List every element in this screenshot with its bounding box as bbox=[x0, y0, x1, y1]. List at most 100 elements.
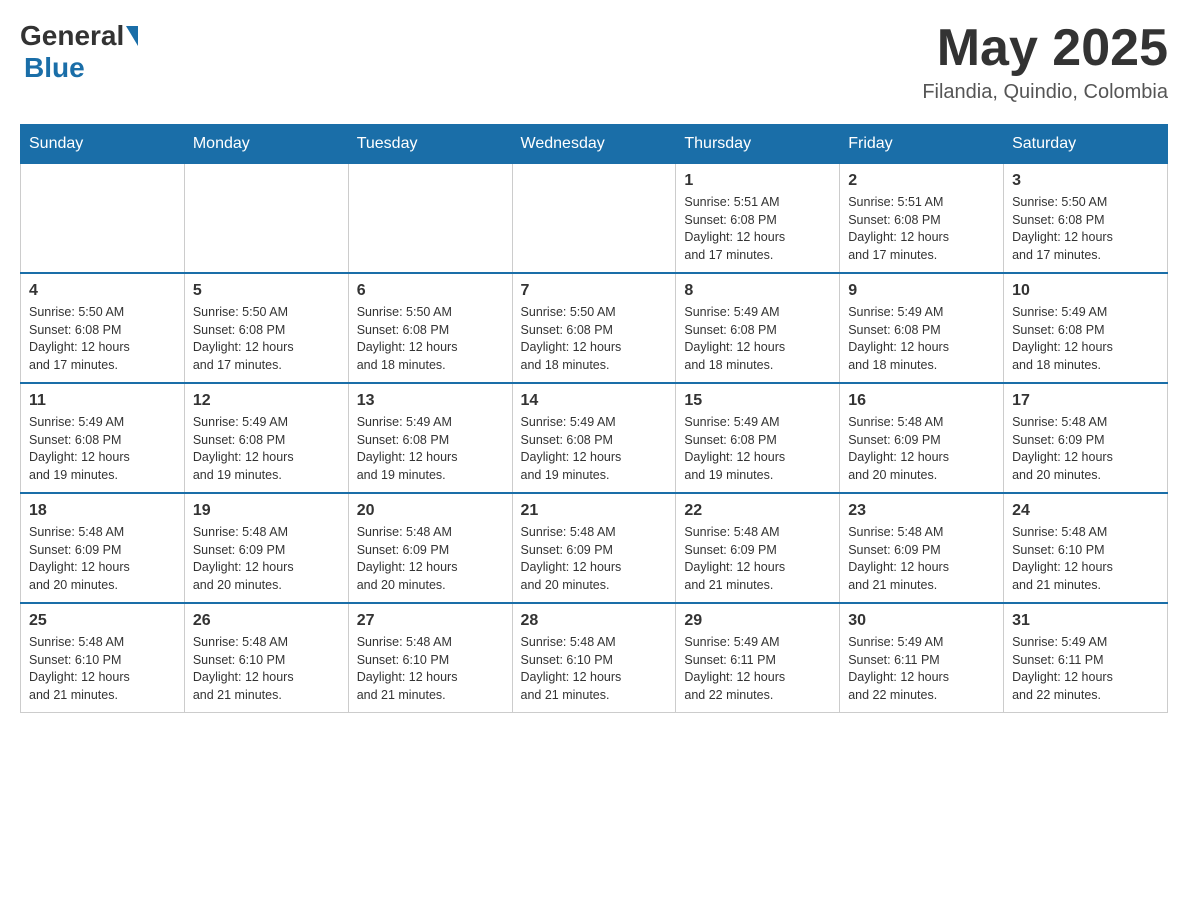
day-sun-info: Sunrise: 5:50 AM Sunset: 6:08 PM Dayligh… bbox=[193, 304, 340, 374]
calendar-week-row: 25 Sunrise: 5:48 AM Sunset: 6:10 PM Dayli… bbox=[21, 603, 1168, 713]
day-sun-info: Sunrise: 5:48 AM Sunset: 6:10 PM Dayligh… bbox=[357, 634, 504, 704]
day-sun-info: Sunrise: 5:49 AM Sunset: 6:08 PM Dayligh… bbox=[193, 414, 340, 484]
weekday-header-wednesday: Wednesday bbox=[512, 125, 676, 164]
day-sun-info: Sunrise: 5:51 AM Sunset: 6:08 PM Dayligh… bbox=[684, 194, 831, 264]
calendar-cell: 5Sunrise: 5:50 AM Sunset: 6:08 PM Daylig… bbox=[184, 273, 348, 383]
day-number: 4 bbox=[29, 282, 176, 300]
day-sun-info: Sunrise: 5:49 AM Sunset: 6:08 PM Dayligh… bbox=[357, 414, 504, 484]
calendar-cell: 20 Sunrise: 5:48 AM Sunset: 6:09 PM Dayli… bbox=[348, 493, 512, 603]
day-number: 7 bbox=[521, 282, 668, 300]
page-header: General Blue May 2025 Filandia, Quindio,… bbox=[20, 20, 1168, 104]
day-number: 12 bbox=[193, 392, 340, 410]
title-section: May 2025 Filandia, Quindio, Colombia bbox=[922, 20, 1168, 104]
day-sun-info: Sunrise: 5:48 AM Sunset: 6:09 PM Dayligh… bbox=[193, 524, 340, 594]
day-number: 3 bbox=[1012, 172, 1159, 190]
calendar-week-row: 4 Sunrise: 5:50 AM Sunset: 6:08 PM Daylig… bbox=[21, 273, 1168, 383]
weekday-header-friday: Friday bbox=[840, 125, 1004, 164]
calendar-cell bbox=[21, 164, 185, 274]
calendar-cell: 7Sunrise: 5:50 AM Sunset: 6:08 PM Daylig… bbox=[512, 273, 676, 383]
day-sun-info: Sunrise: 5:49 AM Sunset: 6:08 PM Dayligh… bbox=[1012, 304, 1159, 374]
calendar-cell: 16Sunrise: 5:48 AM Sunset: 6:09 PM Dayli… bbox=[840, 383, 1004, 493]
calendar-cell: 21Sunrise: 5:48 AM Sunset: 6:09 PM Dayli… bbox=[512, 493, 676, 603]
day-number: 25 bbox=[29, 612, 176, 630]
calendar-cell: 27 Sunrise: 5:48 AM Sunset: 6:10 PM Dayli… bbox=[348, 603, 512, 713]
weekday-header-row: SundayMondayTuesdayWednesdayThursdayFrid… bbox=[21, 125, 1168, 164]
day-number: 2 bbox=[848, 172, 995, 190]
day-sun-info: Sunrise: 5:50 AM Sunset: 6:08 PM Dayligh… bbox=[1012, 194, 1159, 264]
calendar-cell: 19 Sunrise: 5:48 AM Sunset: 6:09 PM Dayli… bbox=[184, 493, 348, 603]
day-sun-info: Sunrise: 5:48 AM Sunset: 6:10 PM Dayligh… bbox=[521, 634, 668, 704]
calendar-cell: 31Sunrise: 5:49 AM Sunset: 6:11 PM Dayli… bbox=[1004, 603, 1168, 713]
logo-triangle-icon bbox=[126, 26, 138, 46]
day-sun-info: Sunrise: 5:48 AM Sunset: 6:09 PM Dayligh… bbox=[29, 524, 176, 594]
logo-blue-text: Blue bbox=[24, 52, 85, 83]
calendar-cell: 24 Sunrise: 5:48 AM Sunset: 6:10 PM Dayli… bbox=[1004, 493, 1168, 603]
day-number: 13 bbox=[357, 392, 504, 410]
calendar-cell bbox=[184, 164, 348, 274]
calendar-cell: 25 Sunrise: 5:48 AM Sunset: 6:10 PM Dayli… bbox=[21, 603, 185, 713]
day-sun-info: Sunrise: 5:48 AM Sunset: 6:09 PM Dayligh… bbox=[521, 524, 668, 594]
day-number: 8 bbox=[684, 282, 831, 300]
day-sun-info: Sunrise: 5:49 AM Sunset: 6:08 PM Dayligh… bbox=[29, 414, 176, 484]
day-number: 9 bbox=[848, 282, 995, 300]
location-subtitle: Filandia, Quindio, Colombia bbox=[922, 81, 1168, 104]
weekday-header-thursday: Thursday bbox=[676, 125, 840, 164]
day-number: 30 bbox=[848, 612, 995, 630]
day-number: 22 bbox=[684, 502, 831, 520]
day-sun-info: Sunrise: 5:48 AM Sunset: 6:09 PM Dayligh… bbox=[684, 524, 831, 594]
day-number: 26 bbox=[193, 612, 340, 630]
weekday-header-saturday: Saturday bbox=[1004, 125, 1168, 164]
day-sun-info: Sunrise: 5:48 AM Sunset: 6:09 PM Dayligh… bbox=[1012, 414, 1159, 484]
calendar-cell: 26Sunrise: 5:48 AM Sunset: 6:10 PM Dayli… bbox=[184, 603, 348, 713]
calendar-cell: 17Sunrise: 5:48 AM Sunset: 6:09 PM Dayli… bbox=[1004, 383, 1168, 493]
calendar-cell: 1 Sunrise: 5:51 AM Sunset: 6:08 PM Daylig… bbox=[676, 164, 840, 274]
day-number: 24 bbox=[1012, 502, 1159, 520]
weekday-header-sunday: Sunday bbox=[21, 125, 185, 164]
day-number: 1 bbox=[684, 172, 831, 190]
day-sun-info: Sunrise: 5:49 AM Sunset: 6:08 PM Dayligh… bbox=[848, 304, 995, 374]
day-sun-info: Sunrise: 5:51 AM Sunset: 6:08 PM Dayligh… bbox=[848, 194, 995, 264]
day-number: 15 bbox=[684, 392, 831, 410]
month-year-title: May 2025 bbox=[922, 20, 1168, 77]
day-sun-info: Sunrise: 5:48 AM Sunset: 6:10 PM Dayligh… bbox=[1012, 524, 1159, 594]
calendar-cell: 6 Sunrise: 5:50 AM Sunset: 6:08 PM Daylig… bbox=[348, 273, 512, 383]
day-number: 23 bbox=[848, 502, 995, 520]
day-number: 20 bbox=[357, 502, 504, 520]
calendar-cell: 4 Sunrise: 5:50 AM Sunset: 6:08 PM Daylig… bbox=[21, 273, 185, 383]
calendar-cell: 3 Sunrise: 5:50 AM Sunset: 6:08 PM Daylig… bbox=[1004, 164, 1168, 274]
calendar-cell: 15Sunrise: 5:49 AM Sunset: 6:08 PM Dayli… bbox=[676, 383, 840, 493]
calendar-cell: 28Sunrise: 5:48 AM Sunset: 6:10 PM Dayli… bbox=[512, 603, 676, 713]
day-sun-info: Sunrise: 5:50 AM Sunset: 6:08 PM Dayligh… bbox=[357, 304, 504, 374]
calendar-week-row: 11 Sunrise: 5:49 AM Sunset: 6:08 PM Dayli… bbox=[21, 383, 1168, 493]
day-number: 6 bbox=[357, 282, 504, 300]
weekday-header-monday: Monday bbox=[184, 125, 348, 164]
day-number: 11 bbox=[29, 392, 176, 410]
calendar-cell: 10Sunrise: 5:49 AM Sunset: 6:08 PM Dayli… bbox=[1004, 273, 1168, 383]
calendar-cell: 12 Sunrise: 5:49 AM Sunset: 6:08 PM Dayli… bbox=[184, 383, 348, 493]
calendar-cell bbox=[348, 164, 512, 274]
day-number: 29 bbox=[684, 612, 831, 630]
day-sun-info: Sunrise: 5:48 AM Sunset: 6:09 PM Dayligh… bbox=[848, 524, 995, 594]
day-sun-info: Sunrise: 5:48 AM Sunset: 6:10 PM Dayligh… bbox=[29, 634, 176, 704]
calendar-week-row: 1 Sunrise: 5:51 AM Sunset: 6:08 PM Daylig… bbox=[21, 164, 1168, 274]
calendar-cell: 8 Sunrise: 5:49 AM Sunset: 6:08 PM Daylig… bbox=[676, 273, 840, 383]
calendar-cell: 23 Sunrise: 5:48 AM Sunset: 6:09 PM Dayli… bbox=[840, 493, 1004, 603]
day-sun-info: Sunrise: 5:49 AM Sunset: 6:08 PM Dayligh… bbox=[521, 414, 668, 484]
day-number: 19 bbox=[193, 502, 340, 520]
calendar-cell: 2 Sunrise: 5:51 AM Sunset: 6:08 PM Daylig… bbox=[840, 164, 1004, 274]
day-sun-info: Sunrise: 5:49 AM Sunset: 6:11 PM Dayligh… bbox=[848, 634, 995, 704]
day-sun-info: Sunrise: 5:49 AM Sunset: 6:11 PM Dayligh… bbox=[684, 634, 831, 704]
day-number: 16 bbox=[848, 392, 995, 410]
weekday-header-tuesday: Tuesday bbox=[348, 125, 512, 164]
calendar-cell: 11 Sunrise: 5:49 AM Sunset: 6:08 PM Dayli… bbox=[21, 383, 185, 493]
day-number: 27 bbox=[357, 612, 504, 630]
calendar-cell: 29 Sunrise: 5:49 AM Sunset: 6:11 PM Dayli… bbox=[676, 603, 840, 713]
day-sun-info: Sunrise: 5:49 AM Sunset: 6:08 PM Dayligh… bbox=[684, 304, 831, 374]
day-sun-info: Sunrise: 5:50 AM Sunset: 6:08 PM Dayligh… bbox=[29, 304, 176, 374]
logo: General Blue bbox=[20, 20, 138, 84]
calendar-cell: 22 Sunrise: 5:48 AM Sunset: 6:09 PM Dayli… bbox=[676, 493, 840, 603]
day-sun-info: Sunrise: 5:48 AM Sunset: 6:09 PM Dayligh… bbox=[357, 524, 504, 594]
calendar-cell bbox=[512, 164, 676, 274]
calendar-cell: 9 Sunrise: 5:49 AM Sunset: 6:08 PM Daylig… bbox=[840, 273, 1004, 383]
day-number: 31 bbox=[1012, 612, 1159, 630]
